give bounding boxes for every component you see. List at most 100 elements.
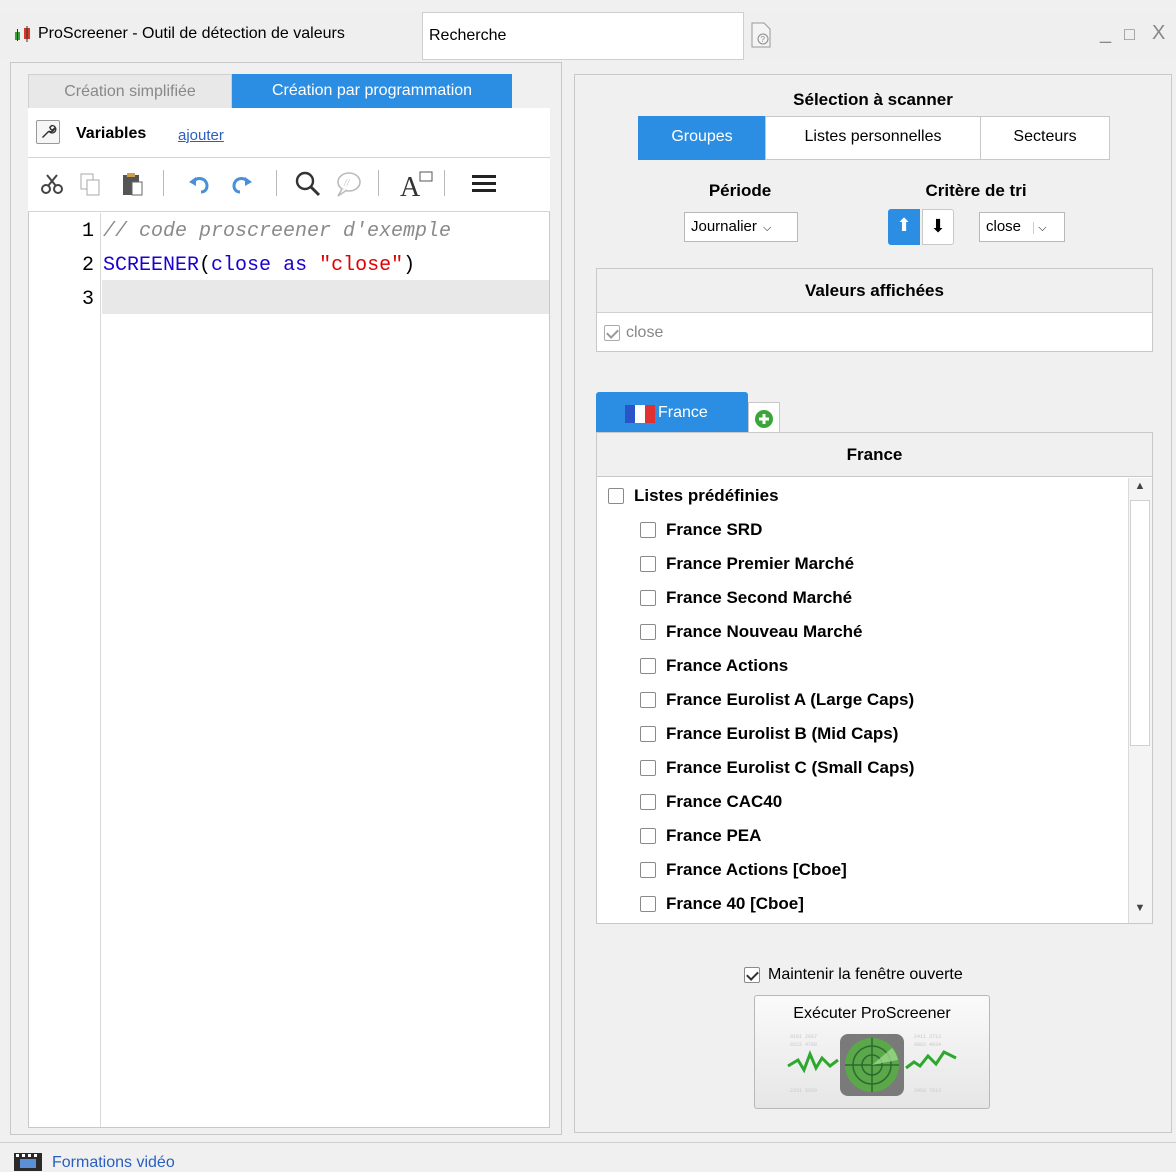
- cut-icon[interactable]: [38, 170, 66, 198]
- tab-france[interactable]: France: [596, 392, 748, 432]
- close-button[interactable]: X: [1152, 22, 1165, 45]
- redo-icon[interactable]: [228, 170, 256, 198]
- checkbox[interactable]: [640, 794, 656, 810]
- toolbar-separator: [163, 170, 164, 196]
- periode-select[interactable]: Journalier ⌵: [684, 212, 798, 242]
- segment-listes-personnelles[interactable]: Listes personnelles: [765, 116, 981, 160]
- scrollbar-thumb[interactable]: [1130, 500, 1150, 746]
- checkbox[interactable]: [640, 624, 656, 640]
- checkbox[interactable]: [640, 658, 656, 674]
- sort-descending-button[interactable]: ⬇: [922, 209, 954, 245]
- help-document-icon[interactable]: ?: [750, 22, 772, 48]
- add-variable-link[interactable]: ajouter: [178, 127, 224, 144]
- video-training-link[interactable]: Formations vidéo: [52, 1154, 175, 1172]
- segment-secteurs[interactable]: Secteurs: [980, 116, 1110, 160]
- line-number: 1: [81, 220, 94, 243]
- arrow-down-icon: ⬇: [930, 216, 946, 236]
- code-paren-close: ): [403, 254, 416, 277]
- window-title: ProScreener - Outil de détection de vale…: [38, 25, 345, 42]
- video-film-icon: [14, 1153, 42, 1171]
- list-item-label: France Actions [Cboe]: [666, 860, 847, 879]
- code-comment[interactable]: // code proscreener d'exemple: [103, 216, 451, 250]
- checkbox[interactable]: [640, 692, 656, 708]
- checkbox[interactable]: [640, 522, 656, 538]
- menu-icon[interactable]: [470, 170, 498, 198]
- list-item[interactable]: France CAC40: [640, 792, 782, 812]
- list-item-label: Listes prédéfinies: [634, 486, 779, 505]
- keep-open-option[interactable]: Maintenir la fenêtre ouverte: [744, 966, 963, 984]
- line-number: 3: [81, 288, 94, 311]
- checkbox[interactable]: [640, 896, 656, 912]
- list-item[interactable]: France Premier Marché: [640, 554, 854, 574]
- segment-groupes[interactable]: Groupes: [638, 116, 766, 160]
- list-item[interactable]: France Eurolist C (Small Caps): [640, 758, 914, 778]
- status-bar: [0, 1142, 1176, 1172]
- list-item[interactable]: France Actions [Cboe]: [640, 860, 847, 880]
- tab-simple-creation[interactable]: Création simplifiée: [28, 74, 232, 108]
- list-item[interactable]: France 40 [Cboe]: [640, 894, 804, 914]
- chevron-down-icon: ⌵: [763, 222, 772, 234]
- add-market-tab[interactable]: [748, 402, 780, 432]
- variables-label: Variables: [76, 125, 147, 142]
- font-size-icon[interactable]: A: [398, 170, 434, 198]
- checkbox[interactable]: [608, 488, 624, 504]
- minimize-button[interactable]: _: [1100, 22, 1111, 45]
- list-item-label: France Eurolist C (Small Caps): [666, 758, 915, 777]
- code-line-screener[interactable]: SCREENER(close as "close"): [103, 250, 415, 284]
- maximize-button[interactable]: □: [1124, 24, 1135, 45]
- add-circle-icon: [755, 410, 773, 428]
- code-variable: close: [211, 254, 272, 277]
- tri-label: Critère de tri: [925, 181, 1027, 200]
- line-number-gutter: [29, 213, 101, 1127]
- checkbox[interactable]: [640, 760, 656, 776]
- svg-text:3456 7813: 3456 7813: [914, 1088, 941, 1094]
- tab-programming-creation[interactable]: Création par programmation: [232, 74, 512, 108]
- search-input[interactable]: [422, 12, 744, 60]
- tri-select[interactable]: close ⌵: [979, 212, 1065, 242]
- svg-text:A: A: [400, 172, 421, 198]
- list-item-label: France PEA: [666, 826, 762, 845]
- periode-value: Journalier: [691, 218, 757, 235]
- list-item-label: France CAC40: [666, 792, 783, 811]
- line-number: 2: [81, 254, 94, 277]
- checkbox[interactable]: [604, 325, 620, 341]
- list-item-label: France Nouveau Marché: [666, 622, 863, 641]
- checkbox[interactable]: [640, 726, 656, 742]
- paste-icon[interactable]: [118, 170, 146, 198]
- checkbox[interactable]: [640, 862, 656, 878]
- undo-icon[interactable]: [185, 170, 213, 198]
- svg-text:0222 4788: 0222 4788: [790, 1042, 817, 1048]
- list-item[interactable]: France PEA: [640, 826, 761, 846]
- copy-icon[interactable]: [76, 170, 104, 198]
- list-item[interactable]: France Eurolist A (Large Caps): [640, 690, 914, 710]
- radar-scanner-icon: 0101 2667 0222 4788 2331 5569 2411 3713 088…: [787, 1034, 957, 1096]
- list-item[interactable]: France Actions: [640, 656, 788, 676]
- list-item-label: France Eurolist A (Large Caps): [666, 690, 915, 709]
- comment-icon[interactable]: //: [334, 170, 362, 198]
- scroll-up-icon[interactable]: ▲: [1130, 480, 1150, 500]
- list-item[interactable]: France Eurolist B (Mid Caps): [640, 724, 898, 744]
- list-item[interactable]: France SRD: [640, 520, 762, 540]
- proscreener-window: ProScreener - Outil de détection de vale…: [0, 0, 1176, 1172]
- list-item[interactable]: France Nouveau Marché: [640, 622, 863, 642]
- code-keyword: SCREENER: [103, 254, 200, 277]
- list-item-label: France SRD: [666, 520, 763, 539]
- svg-text:?: ?: [761, 35, 766, 44]
- displayed-value-close[interactable]: close: [604, 324, 663, 342]
- checkbox[interactable]: [744, 967, 760, 983]
- checkbox[interactable]: [640, 590, 656, 606]
- tri-value: close: [986, 218, 1022, 235]
- scroll-down-icon[interactable]: ▼: [1130, 902, 1150, 922]
- sort-ascending-button[interactable]: ⬆: [888, 209, 920, 245]
- selection-title: Sélection à scanner: [793, 90, 953, 109]
- list-item-root[interactable]: Listes prédéfinies: [608, 486, 779, 506]
- checkbox[interactable]: [640, 556, 656, 572]
- periode-label: Période: [708, 181, 772, 200]
- displayed-value-label: close: [626, 324, 664, 341]
- checkbox[interactable]: [640, 828, 656, 844]
- search-icon[interactable]: [294, 170, 322, 198]
- code-string: "close": [319, 254, 404, 277]
- svg-text:0883 4034: 0883 4034: [914, 1042, 941, 1048]
- wrench-icon[interactable]: [36, 120, 60, 144]
- list-item[interactable]: France Second Marché: [640, 588, 852, 608]
